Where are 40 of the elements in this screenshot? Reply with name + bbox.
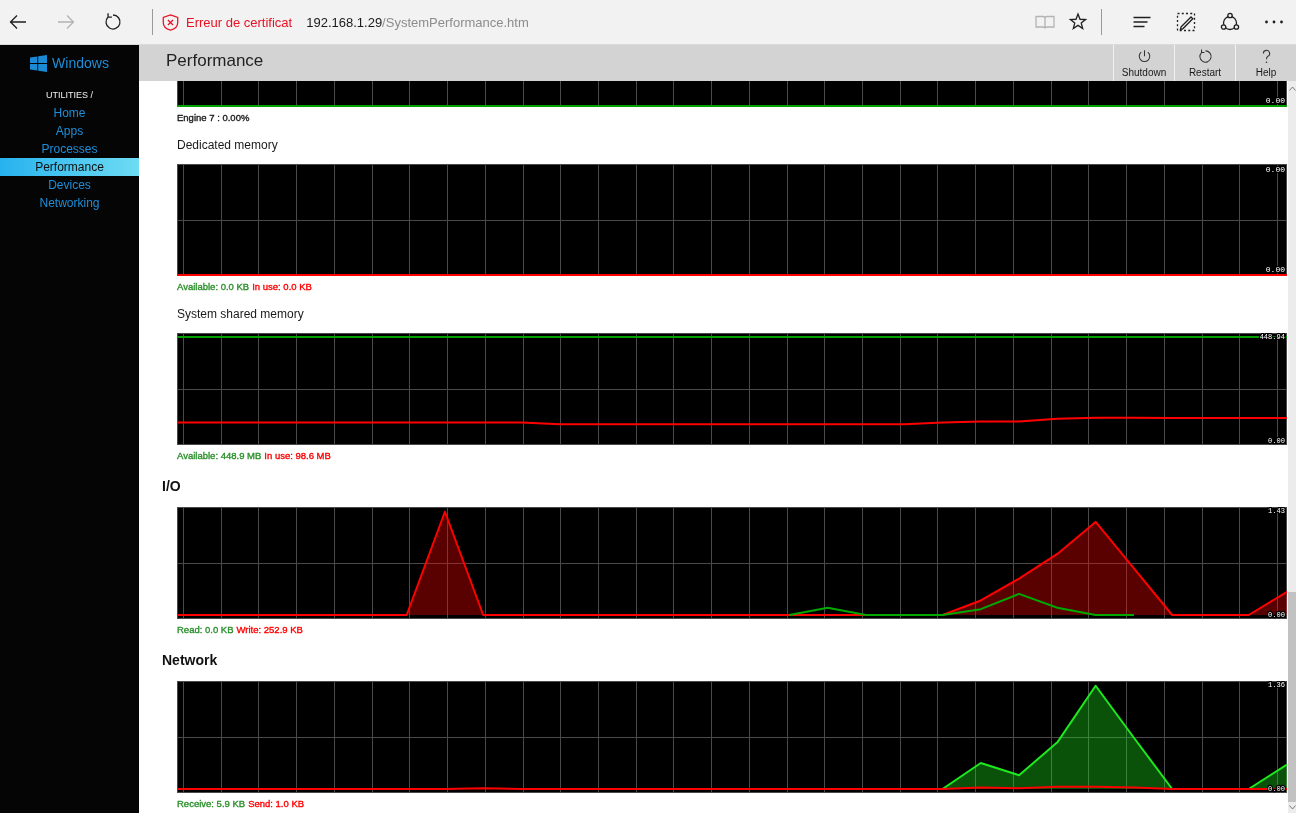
tick-label: 0.00 xyxy=(1265,165,1285,174)
legend-text: Write: 252.9 KB xyxy=(236,624,303,636)
caret-up-icon[interactable] xyxy=(1288,86,1296,91)
legend-text: Available: 448.9 MB xyxy=(177,450,262,462)
tick-label: 0.00 xyxy=(1265,265,1285,274)
legend-text: In use: 98.6 MB xyxy=(264,450,331,462)
legend-text: Available: 0.0 KB xyxy=(177,281,250,293)
chart-title: System shared memory xyxy=(177,306,305,322)
pen-square-icon[interactable] xyxy=(1176,12,1196,32)
nav-link[interactable]: Processes xyxy=(0,140,139,158)
legend-text: In use: 0.0 KB xyxy=(252,281,312,293)
restart-icon xyxy=(1197,49,1213,64)
nav-link[interactable]: Home xyxy=(0,104,139,122)
nav-link[interactable]: Performance xyxy=(0,158,139,176)
arrow-left-icon[interactable] xyxy=(8,12,28,32)
page-title: Performance xyxy=(165,50,265,72)
nav-link[interactable]: Devices xyxy=(0,176,139,194)
certificate-error-button[interactable]: Erreur de certificat xyxy=(162,13,293,31)
star-icon[interactable] xyxy=(1068,12,1088,32)
section-label: UTILITIES / xyxy=(46,89,93,101)
caret-down-icon[interactable] xyxy=(1288,805,1296,810)
refresh-icon[interactable] xyxy=(103,12,123,32)
nav-link[interactable]: Networking xyxy=(0,194,139,212)
url-text[interactable]: 192.168.1.29/SystemPerformance.htm xyxy=(306,14,529,30)
scrollbar-thumb[interactable] xyxy=(1288,592,1296,802)
nav-link[interactable]: Apps xyxy=(0,122,139,140)
four-panes-icon xyxy=(30,54,48,72)
legend-text: Receive: 5.9 KB xyxy=(177,798,246,810)
logo-text: Windows xyxy=(52,54,109,72)
tick-label: 0.00 xyxy=(1265,96,1285,105)
power-icon xyxy=(1136,49,1152,64)
chart-title: Dedicated memory xyxy=(177,137,279,153)
share-icon[interactable] xyxy=(1220,12,1240,32)
scrollbar[interactable] xyxy=(1288,81,1296,813)
section-heading: Network xyxy=(162,651,219,670)
legend-text: Send: 1.0 KB xyxy=(248,798,305,810)
legend-text: Engine 7 : 0.00% xyxy=(177,112,250,124)
legend-text: Read: 0.0 KB xyxy=(177,624,234,636)
section-heading: I/O xyxy=(162,477,182,496)
shield-x-icon xyxy=(162,13,179,31)
